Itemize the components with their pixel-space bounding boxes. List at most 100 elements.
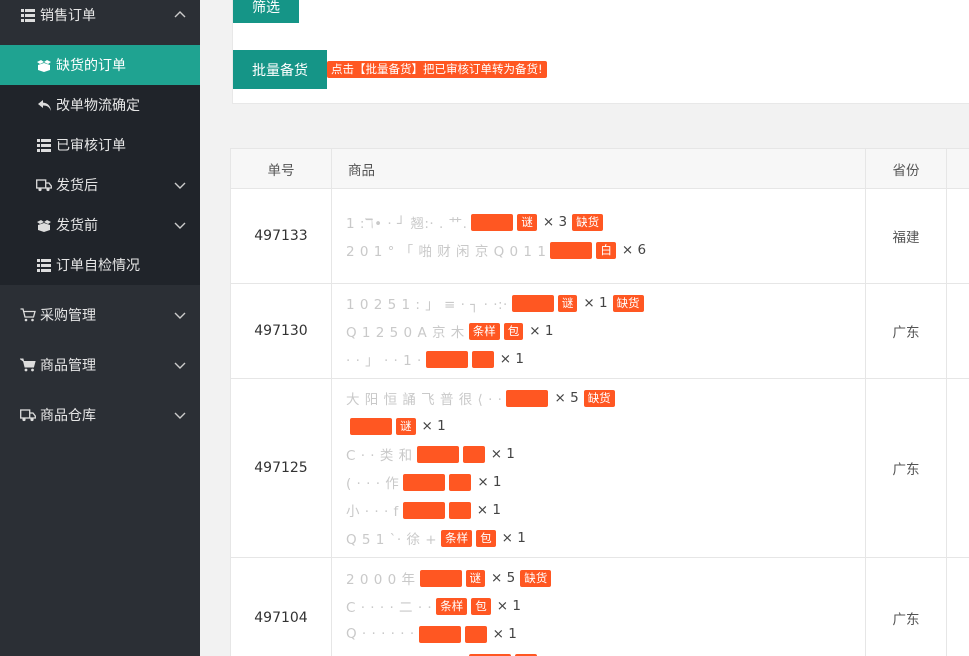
sidebar-item-label: 已审核订单 xyxy=(56,138,126,154)
goods-tag xyxy=(448,501,471,519)
order-number: 497133 xyxy=(230,188,332,284)
goods-cell: 1 0 2 5 1 : 」 ≡ · ┐ · ·:· 谜 × 1 缺货 Q 1 2 5 0… xyxy=(331,283,866,379)
goods-line: C · · · · 二 · · 条样包 × 1 xyxy=(346,597,521,616)
goods-qty: × 5 xyxy=(554,390,579,406)
sidebar-item-reviewed-orders[interactable]: 已审核订单 xyxy=(0,125,200,165)
goods-tag: 谜 xyxy=(557,294,578,312)
extra-cell xyxy=(946,557,969,656)
goods-qty: × 3 xyxy=(542,214,568,230)
goods-name: 2 0 0 0 年 xyxy=(346,572,416,588)
sidebar-item-after-shipment[interactable]: 发货后 xyxy=(0,165,200,205)
cart-icon xyxy=(20,357,36,373)
goods-name: Q 5 1 `· 徐 + xyxy=(346,532,438,548)
goods-tag: 包 xyxy=(476,529,496,547)
goods-name: 1 :ℸ• · ┘ 翘:· . 艹. xyxy=(346,216,468,232)
goods-qty: × 1 xyxy=(501,530,526,546)
sidebar-item-purchase-management[interactable]: 采购管理 xyxy=(0,290,200,340)
sidebar-item-sales-orders[interactable]: 销售订单 xyxy=(0,0,200,40)
out-of-stock-badge: 缺货 xyxy=(572,213,604,231)
boxes-icon xyxy=(36,217,52,233)
province: 广东 xyxy=(865,283,947,379)
boxes-icon xyxy=(36,57,52,73)
goods-tag xyxy=(403,473,446,491)
table-row[interactable]: 497104 2 0 0 0 年谜 × 5 缺货 C · · · · 二 · · 条样包 ×… xyxy=(230,557,969,656)
goods-tag: 条样 xyxy=(436,597,468,615)
goods-tag xyxy=(416,445,459,463)
batch-stock-button[interactable]: 批量备货 xyxy=(233,50,327,89)
goods-qty: × 1 xyxy=(499,351,524,367)
reply-icon xyxy=(36,97,52,113)
goods-name: Q 1 2 5 0 A 京 木 xyxy=(346,325,465,341)
goods-line: 大 阳 恒 誦 飞 普 很 ⟨ · · × 5 缺货 xyxy=(346,389,615,408)
sidebar-item-goods-management[interactable]: 商品管理 xyxy=(0,340,200,390)
list-icon xyxy=(36,137,52,153)
goods-tag: 白 xyxy=(596,241,616,259)
header-province: 省份 xyxy=(865,148,947,189)
goods-tag xyxy=(449,473,472,491)
goods-line: 谜 × 1 xyxy=(346,417,446,435)
goods-tag xyxy=(350,417,392,435)
goods-line: Q 1 2 5 0 A 京 木条样包 × 1 xyxy=(346,322,553,341)
goods-tag xyxy=(471,213,514,231)
goods-name: ( · · · 作 xyxy=(346,476,400,492)
goods-tag xyxy=(511,294,554,312)
sidebar-item-before-shipment[interactable]: 发货前 xyxy=(0,205,200,245)
out-of-stock-badge: 缺货 xyxy=(612,294,644,312)
main-content: 筛选 批量备货 点击【批量备货】把已审核订单转为备货! 单号 商品 省份 497… xyxy=(200,0,969,656)
filter-panel xyxy=(232,0,969,104)
order-number: 497104 xyxy=(230,557,332,656)
goods-name: C · · · · 二 · · xyxy=(346,600,433,616)
goods-tag: 包 xyxy=(471,597,491,615)
chevron-down-icon xyxy=(174,179,186,191)
sidebar-item-label: 发货前 xyxy=(56,218,98,234)
goods-line: ( · · · 作 × 1 xyxy=(346,473,502,492)
goods-tag: 谜 xyxy=(396,417,416,435)
goods-qty: × 1 xyxy=(421,418,446,434)
goods-tag xyxy=(464,625,487,643)
chevron-down-icon xyxy=(174,309,186,321)
sidebar-item-label: 采购管理 xyxy=(40,308,96,324)
sidebar-item-label: 商品仓库 xyxy=(40,408,96,424)
goods-qty: × 1 xyxy=(476,502,501,518)
extra-cell xyxy=(946,188,969,284)
goods-tag xyxy=(462,445,485,463)
goods-tag xyxy=(550,241,593,259)
goods-line: Q · · · · · · × 1 xyxy=(346,625,517,643)
chevron-down-icon xyxy=(174,409,186,421)
table-row[interactable]: 497133 1 :ℸ• · ┘ 翘:· . 艹. 谜 × 3 缺货 2 0 1 ° 「 … xyxy=(230,188,969,284)
hint-badge: 点击【批量备货】把已审核订单转为备货! xyxy=(327,61,547,78)
goods-name: Q 1 2 5 6 A 苷 纵 xyxy=(346,652,465,656)
sidebar-item-label: 商品管理 xyxy=(40,358,96,374)
goods-qty: × 1 xyxy=(490,446,515,462)
goods-line: Q 5 1 `· 徐 + 条样包 × 1 xyxy=(346,529,526,548)
sidebar-item-logistics-confirm[interactable]: 改单物流确定 xyxy=(0,85,200,125)
goods-tag xyxy=(402,501,445,519)
table-row[interactable]: 497130 1 0 2 5 1 : 」 ≡ · ┐ · ·:· 谜 × 1 缺货 Q 1… xyxy=(230,283,969,379)
goods-tag xyxy=(419,569,462,587)
goods-name: 1 0 2 5 1 : 」 ≡ · ┐ · ·:· xyxy=(346,297,508,313)
goods-cell: 1 :ℸ• · ┘ 翘:· . 艹. 谜 × 3 缺货 2 0 1 ° 「 啪 财 闲 … xyxy=(331,188,866,284)
sidebar-item-out-of-stock-orders[interactable]: 缺货的订单 xyxy=(0,45,200,85)
goods-qty: × 5 xyxy=(491,570,516,586)
goods-tag xyxy=(506,389,549,407)
sidebar-item-order-self-check[interactable]: 订单自检情况 xyxy=(0,245,200,285)
goods-line: 2 0 1 ° 「 啪 财 闲 京 Q 0 1 1 白 × 6 xyxy=(346,241,646,260)
goods-line: 小 · · · f × 1 xyxy=(346,501,501,520)
sidebar-item-goods-warehouse[interactable]: 商品仓库 xyxy=(0,390,200,440)
goods-cell: 大 阳 恒 誦 飞 普 很 ⟨ · · × 5 缺货谜 × 1 C · · 类 和 × 1… xyxy=(331,378,866,558)
truck-icon xyxy=(36,177,52,193)
goods-tag: 谜 xyxy=(517,213,537,231)
goods-line: 2 0 0 0 年 谜 × 5 缺货 xyxy=(346,569,552,588)
out-of-stock-badge: 缺货 xyxy=(583,389,615,407)
goods-tag xyxy=(471,350,494,368)
table-row[interactable]: 497125 大 阳 恒 誦 飞 普 很 ⟨ · · × 5 缺货谜 × 1C · · … xyxy=(230,378,969,558)
sidebar-item-label: 发货后 xyxy=(56,178,98,194)
filter-button[interactable]: 筛选 xyxy=(233,0,299,23)
header-order-no: 单号 xyxy=(230,148,332,189)
province: 广东 xyxy=(865,378,947,558)
goods-tag: 条样 xyxy=(441,529,473,547)
goods-qty: × 1 xyxy=(496,598,521,614)
goods-tag: 包 xyxy=(503,322,524,340)
goods-name: · · 」 · · 1 · xyxy=(346,353,422,369)
chevron-up-icon xyxy=(174,9,186,21)
